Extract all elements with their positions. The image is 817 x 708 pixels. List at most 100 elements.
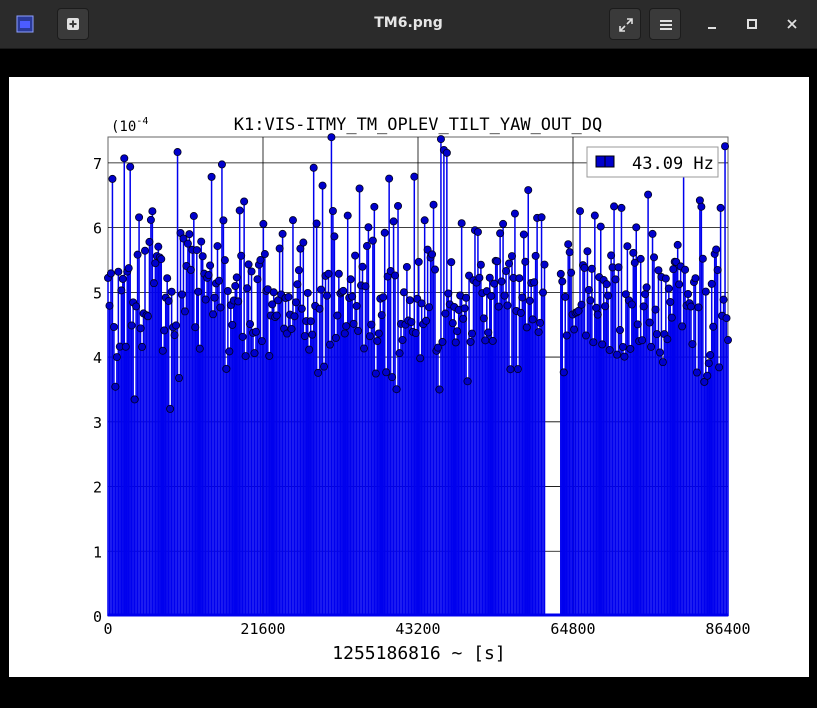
stem-marker — [377, 311, 386, 320]
stem-marker — [109, 322, 118, 331]
stem-marker — [561, 292, 570, 301]
stem-marker — [259, 219, 268, 228]
stem-marker — [231, 281, 240, 290]
stem-marker — [210, 293, 219, 302]
stem-marker — [448, 319, 457, 328]
stem-marker — [284, 292, 293, 301]
stem-marker — [170, 331, 179, 340]
stem-marker — [530, 278, 539, 287]
stem-marker — [724, 336, 733, 345]
stem-marker — [185, 230, 194, 239]
stem-marker — [175, 374, 184, 383]
stem-marker — [596, 222, 605, 231]
stem-marker — [589, 338, 598, 347]
image-icon — [16, 15, 34, 33]
stem-marker — [108, 174, 117, 183]
stem-marker — [322, 291, 331, 300]
stem-marker — [257, 337, 266, 346]
stem-marker — [698, 254, 707, 263]
fullscreen-button[interactable] — [609, 8, 641, 40]
stem-marker — [539, 288, 548, 297]
stem-marker — [540, 260, 549, 269]
stem-marker — [222, 364, 231, 373]
stem-marker — [701, 287, 710, 296]
y-multiplier: (10-4 — [111, 116, 148, 135]
stem-marker — [201, 295, 210, 304]
minimize-button[interactable] — [700, 12, 724, 36]
stem-marker — [435, 385, 444, 394]
stem-marker — [583, 247, 592, 256]
maximize-button[interactable] — [740, 12, 764, 36]
stem-marker — [402, 262, 411, 271]
stem-marker — [661, 274, 670, 283]
stem-marker — [352, 302, 361, 311]
stem-marker — [172, 321, 181, 330]
stem-marker — [654, 266, 663, 275]
stem-marker — [148, 207, 157, 216]
plot-image: 0 1 2 3 4 5 6 7 0 21600 43200 64800 86400 K1:VIS-ITM… — [9, 77, 809, 677]
stem-marker — [618, 342, 627, 351]
stem-marker — [192, 246, 201, 255]
stem-marker — [691, 274, 700, 283]
stem-marker — [395, 349, 404, 358]
stem-marker — [305, 345, 314, 354]
stem-marker — [392, 385, 401, 394]
stem-marker — [232, 273, 241, 282]
stem-marker — [652, 330, 661, 339]
stem-marker — [719, 295, 728, 304]
stem-marker — [645, 318, 654, 327]
stem-marker — [290, 312, 299, 321]
stem-marker — [607, 251, 616, 260]
y-tick-label: 6 — [93, 220, 102, 238]
stem-marker — [358, 262, 367, 271]
stem-marker — [318, 181, 327, 190]
stem-marker — [235, 206, 244, 215]
stem-marker — [126, 162, 135, 171]
stem-marker — [154, 242, 163, 251]
x-tick-label: 64800 — [550, 620, 595, 638]
stem-marker — [694, 303, 703, 312]
stem-marker — [496, 229, 505, 238]
stem-marker — [436, 135, 445, 144]
stem-marker — [146, 215, 155, 224]
new-tab-button[interactable] — [57, 8, 89, 40]
stem-marker — [340, 329, 349, 338]
stem-marker — [309, 163, 318, 172]
close-button[interactable] — [780, 12, 804, 36]
image-viewport: 0 1 2 3 4 5 6 7 0 21600 43200 64800 86400 K1:VIS-ITM… — [0, 49, 817, 708]
stem-marker — [559, 368, 568, 377]
stem-marker — [253, 275, 262, 284]
stem-marker — [605, 346, 614, 355]
stem-marker — [468, 329, 477, 338]
y-tick-label: 0 — [93, 608, 102, 626]
stem-marker — [584, 285, 593, 294]
stem-marker — [687, 302, 696, 311]
stem-marker — [121, 342, 130, 351]
stem-marker — [241, 352, 250, 361]
stem-marker — [207, 172, 216, 181]
stem-marker — [287, 324, 296, 333]
stem-marker — [186, 265, 195, 274]
stem-marker — [294, 266, 303, 275]
stem-marker — [515, 274, 524, 283]
stem-marker — [143, 312, 152, 321]
stem-marker — [328, 206, 337, 215]
stem-marker — [391, 271, 400, 280]
stem-marker — [531, 251, 540, 260]
stem-marker — [297, 304, 306, 313]
stem-marker — [441, 309, 450, 318]
stem-marker — [497, 277, 506, 286]
legend-label: 43.09 Hz — [632, 154, 714, 174]
stem-marker — [592, 303, 601, 312]
menu-button[interactable] — [649, 8, 681, 40]
stem-marker — [346, 275, 355, 284]
stem-marker — [343, 211, 352, 220]
stem-marker — [114, 267, 123, 276]
stem-marker — [306, 317, 315, 326]
stem-marker — [247, 267, 256, 276]
stem-marker — [493, 257, 502, 266]
stem-marker — [524, 186, 533, 195]
stem-marker — [442, 148, 451, 157]
stem-marker — [476, 260, 485, 269]
stem-marker — [204, 271, 213, 280]
